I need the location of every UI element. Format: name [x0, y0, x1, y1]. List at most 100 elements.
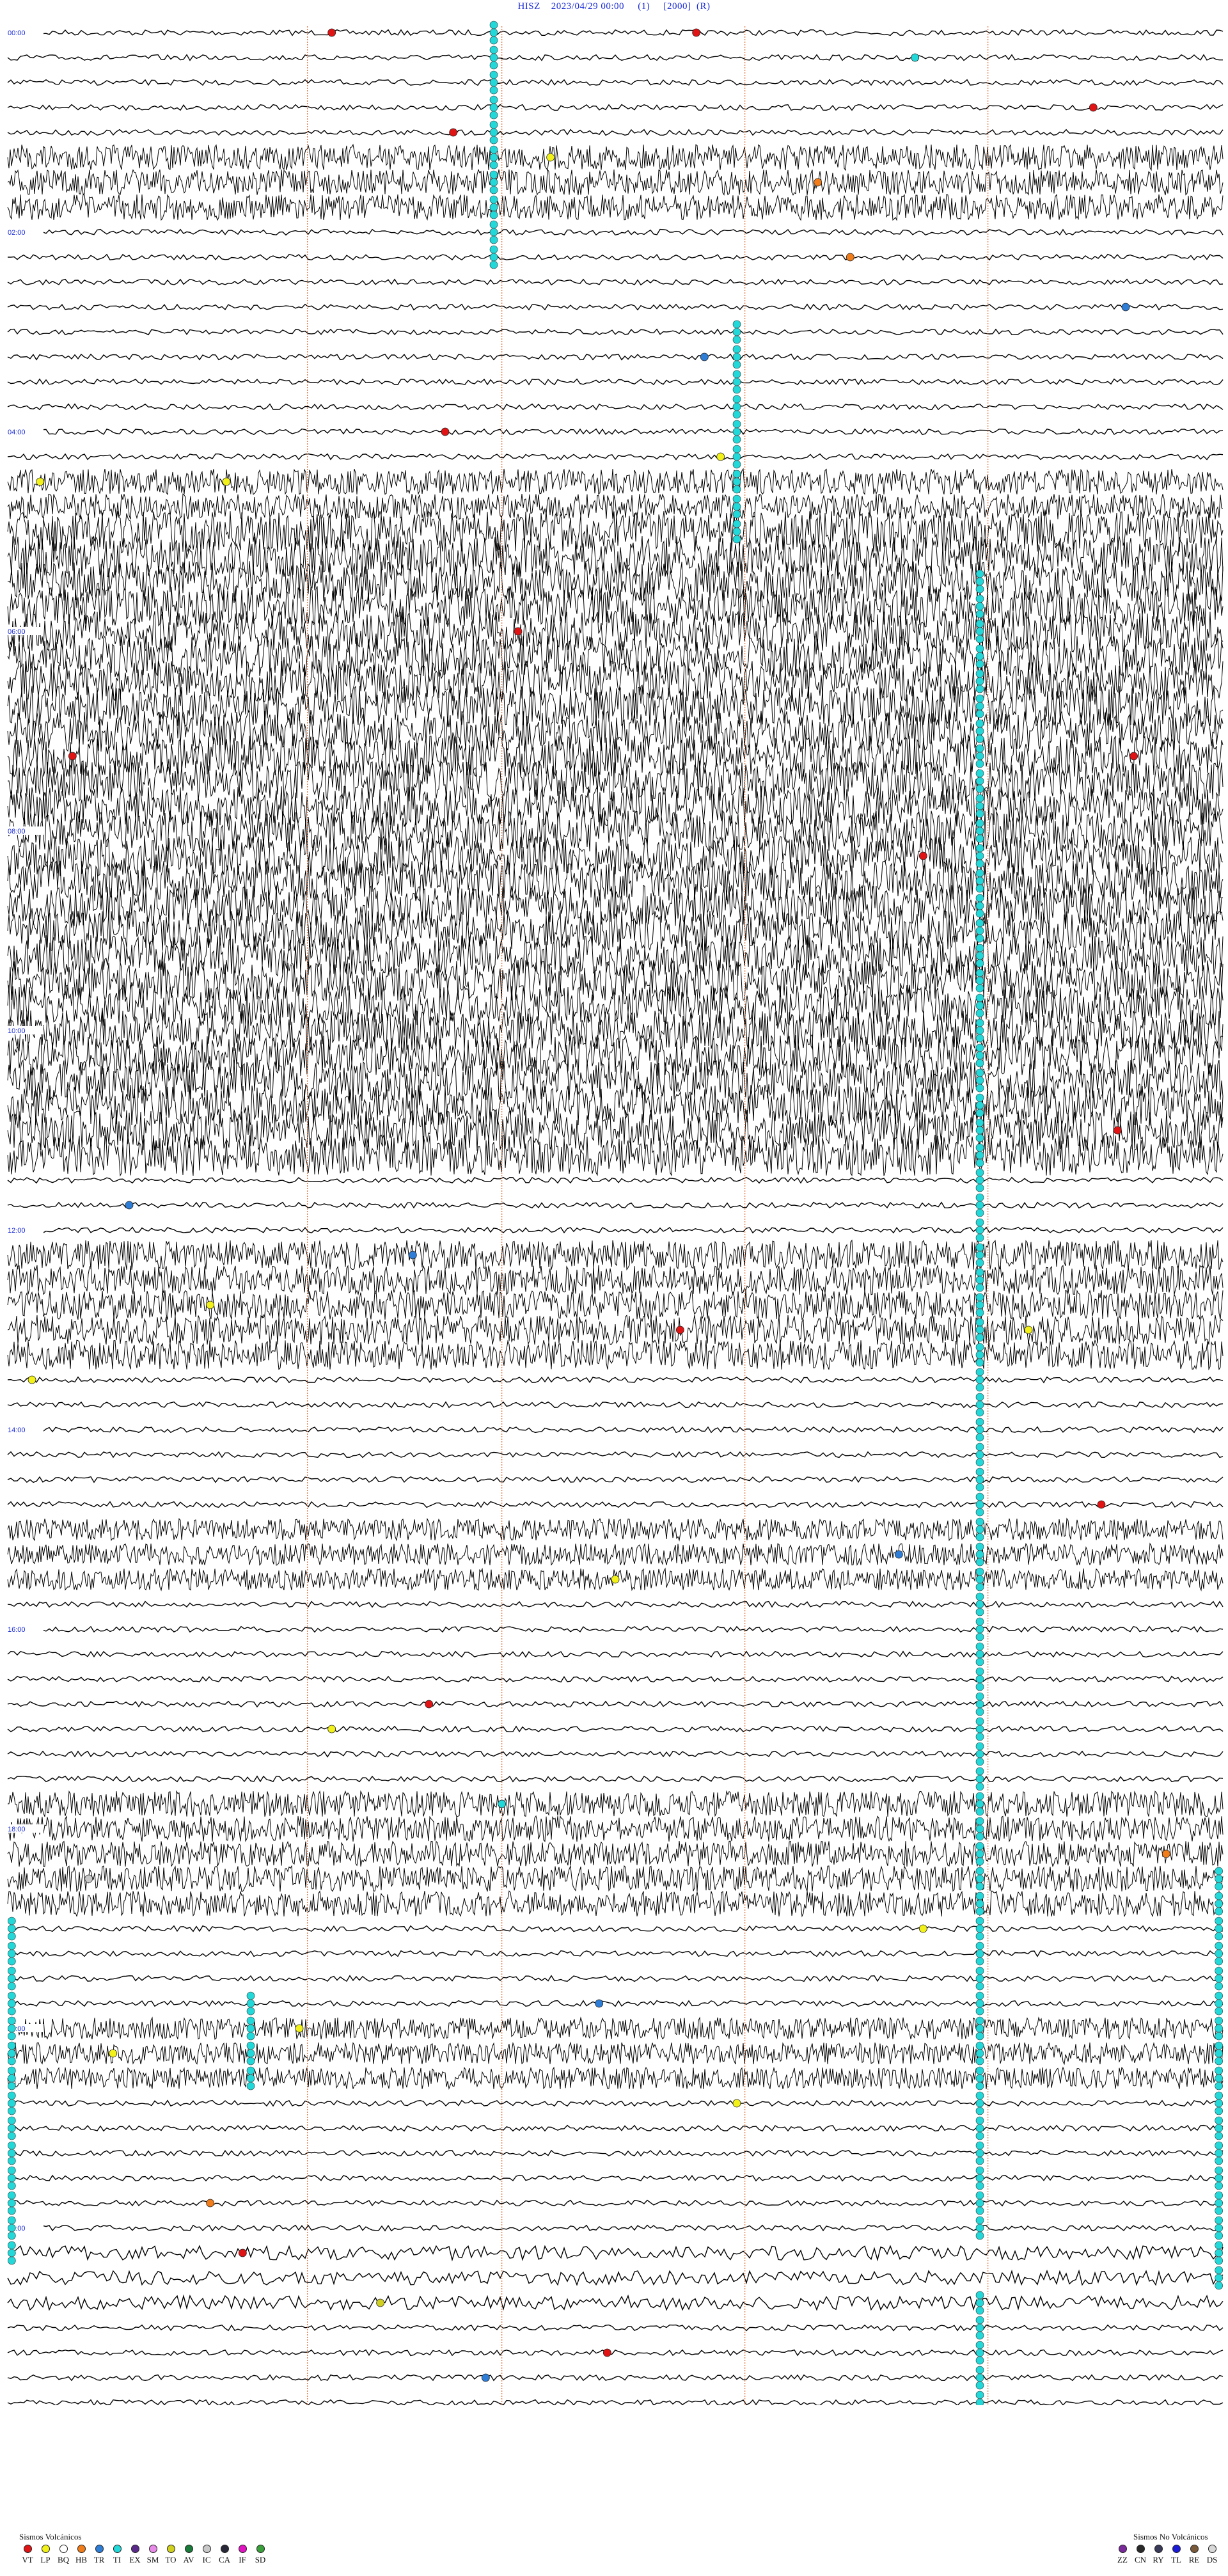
event-marker-ti: [1215, 2224, 1223, 2232]
trace-line: [7, 510, 1224, 553]
event-marker-ti: [8, 2116, 16, 2125]
event-marker-ti: [975, 2106, 984, 2115]
event-marker-ti: [1215, 2074, 1223, 2083]
legend-volcanic-items: VT LP BQ HB TR TI EX SM TO AV IC CA IF SD: [19, 2545, 269, 2565]
event-marker-ti: [1215, 1892, 1223, 1900]
event-marker-ti: [975, 1226, 984, 1235]
event-marker-ti: [975, 1368, 984, 1377]
legend-nonvolcanic-dot-icon: [1172, 2545, 1181, 2553]
event-marker-ti: [975, 1433, 984, 1442]
event-marker-tr: [481, 2373, 490, 2382]
event-marker-ti: [489, 186, 498, 194]
event-marker-ti: [975, 2199, 984, 2208]
event-marker-ti: [975, 1268, 984, 1277]
event-marker-ti: [975, 577, 984, 586]
event-marker-ti: [489, 128, 498, 137]
event-marker-ti: [975, 644, 984, 653]
event-marker-ti: [8, 2016, 16, 2025]
event-marker-ti: [975, 1026, 984, 1035]
legend-volcanic-code: IF: [239, 2555, 246, 2564]
event-marker-ti: [975, 2091, 984, 2100]
legend-volcanic-code: IC: [202, 2555, 211, 2564]
event-marker-tr: [595, 1999, 604, 2008]
legend-volcanic-item-to: TO: [162, 2545, 179, 2565]
event-marker-vt: [1089, 103, 1098, 112]
legend-volcanic-dot-icon: [256, 2545, 265, 2553]
legend-volcanic-item-if: IF: [234, 2545, 251, 2565]
event-marker-ti: [975, 2381, 984, 2390]
legend-volcanic-dot-icon: [148, 2545, 157, 2553]
event-marker-ti: [975, 759, 984, 768]
event-marker-ti: [975, 1418, 984, 1426]
event-marker-ti: [975, 1974, 984, 1983]
event-marker-ti: [975, 2224, 984, 2232]
event-marker-ti: [1215, 2082, 1223, 2090]
event-marker-ti: [8, 2166, 16, 2175]
event-marker-ti: [246, 2082, 255, 2090]
tremor-columns: [8, 20, 1223, 2405]
event-marker-ti: [975, 869, 984, 878]
event-marker-ti: [8, 2248, 16, 2257]
event-marker-ti: [975, 1308, 984, 1317]
event-marker-ti: [732, 420, 741, 429]
event-marker-ti: [975, 2024, 984, 2033]
event-marker-ti: [975, 2316, 984, 2325]
event-marker-ti: [975, 876, 984, 885]
event-marker-ti: [489, 145, 498, 154]
event-marker-ti: [732, 360, 741, 369]
event-marker-lp: [295, 2024, 304, 2033]
event-marker-ti: [1215, 2007, 1223, 2016]
event-marker-ti: [975, 2191, 984, 2200]
event-marker-ti: [489, 95, 498, 104]
event-marker-ti: [732, 370, 741, 379]
event-marker-ti: [975, 1799, 984, 1808]
trace-line: [7, 2016, 1224, 2040]
trace-line: [7, 378, 1224, 386]
event-marker-ti: [246, 1999, 255, 2008]
event-marker-ti: [975, 2341, 984, 2350]
trace-line: [7, 228, 1224, 236]
event-marker-ti: [489, 28, 498, 37]
event-marker-ti: [975, 1932, 984, 1941]
event-marker-ti: [975, 2216, 984, 2225]
event-marker-lp: [1024, 1325, 1033, 1334]
event-marker-ti: [975, 1318, 984, 1327]
legend-volcanic-dot-icon: [77, 2545, 86, 2553]
event-marker-ti: [975, 1542, 984, 1551]
event-marker-ti: [489, 170, 498, 179]
event-marker-ti: [975, 1093, 984, 1102]
event-marker-ti: [1215, 2016, 1223, 2025]
event-marker-ti: [975, 2149, 984, 2158]
event-marker-ti: [975, 1767, 984, 1776]
event-marker-ti: [8, 2224, 16, 2232]
event-marker-ti: [975, 1258, 984, 1267]
event-marker-ti: [1215, 2199, 1223, 2208]
event-marker-ti: [489, 253, 498, 262]
event-marker-ti: [975, 1692, 984, 1701]
event-marker-ti: [975, 976, 984, 985]
event-marker-ti: [975, 1949, 984, 1958]
event-marker-ti: [489, 260, 498, 269]
event-marker-ti: [975, 2166, 984, 2175]
event-marker-ti: [1215, 1991, 1223, 2000]
event-marker-ti: [975, 1608, 984, 1616]
event-marker-ti: [975, 1350, 984, 1359]
event-marker-ti: [975, 702, 984, 711]
event-marker-ti: [975, 1857, 984, 1866]
legend-nonvolcanic-dot-icon: [1208, 2545, 1216, 2553]
trace-line: [7, 468, 1224, 496]
event-marker-ti: [975, 1208, 984, 1217]
event-marker-ti: [1215, 2166, 1223, 2175]
event-marker-hb: [846, 253, 854, 262]
legend-volcanic-dot-icon: [41, 2545, 50, 2553]
legend-nonvolcanic-item-tl: TL: [1168, 2545, 1185, 2565]
event-marker-ti: [975, 2116, 984, 2125]
trace-line: [7, 1034, 1224, 1077]
event-marker-ti: [246, 2066, 255, 2075]
event-marker-ti: [975, 1508, 984, 1517]
event-marker-ti: [732, 320, 741, 329]
event-marker-tr: [894, 1550, 903, 1559]
event-marker-ti: [975, 2206, 984, 2215]
event-marker-ti: [975, 1218, 984, 1227]
event-marker-ti: [8, 2216, 16, 2225]
